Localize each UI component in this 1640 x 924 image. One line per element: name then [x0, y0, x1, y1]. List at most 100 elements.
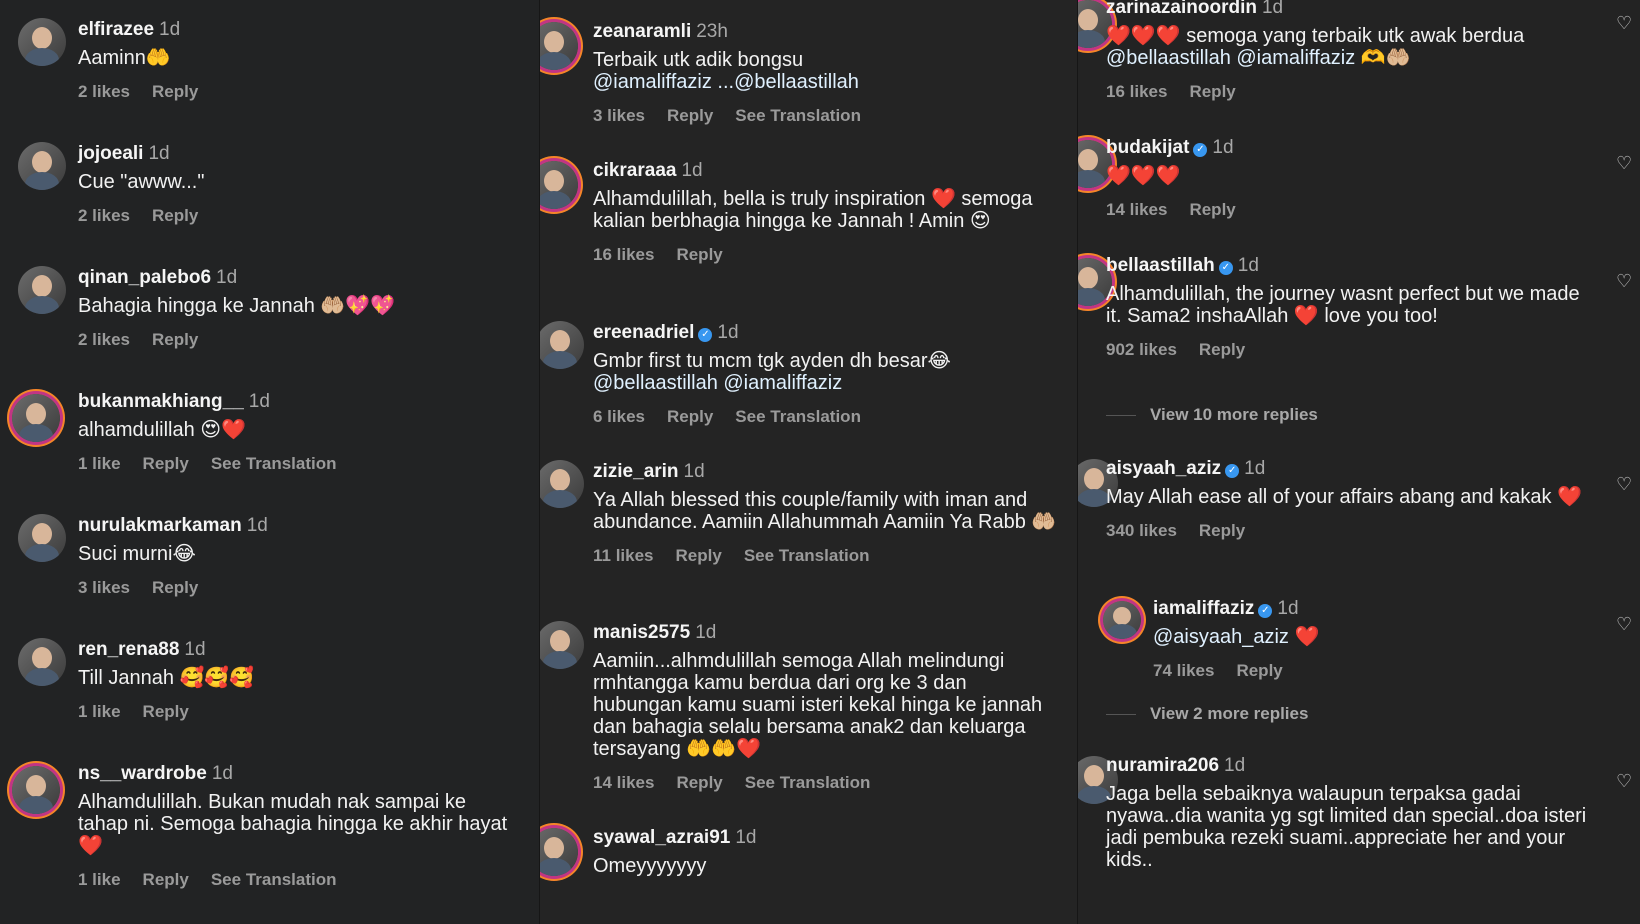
reply-button[interactable]: Reply [152, 578, 198, 597]
reply-button[interactable]: Reply [152, 206, 198, 225]
reply-button[interactable]: Reply [676, 546, 722, 565]
comment-username[interactable]: syawal_azrai91 [593, 827, 730, 848]
comment-username[interactable]: iamaliffaziz [1153, 598, 1254, 619]
likes-count[interactable]: 1 like [78, 454, 121, 473]
comment-username[interactable]: zeanaramli [593, 21, 691, 42]
reply-button[interactable]: Reply [1236, 661, 1282, 680]
heart-outline-icon[interactable]: ♡ [1616, 615, 1634, 633]
avatar[interactable] [540, 22, 578, 70]
avatar[interactable] [540, 460, 584, 508]
comment-text: May Allah ease all of your affairs abang… [1106, 486, 1582, 508]
reply-button[interactable]: Reply [667, 106, 713, 125]
avatar[interactable] [18, 266, 66, 314]
likes-count[interactable]: 2 likes [78, 206, 130, 225]
comment-text: ❤️❤️❤️ semoga yang terbaik utk awak berd… [1106, 25, 1525, 69]
comment-username[interactable]: ren_rena88 [78, 639, 179, 660]
reply-button[interactable]: Reply [1189, 82, 1235, 101]
mention-link[interactable]: @bellaastillah @iamaliffaziz 🫶🤲🏼 [1106, 47, 1411, 69]
reply-button[interactable]: Reply [143, 702, 189, 721]
comment-username[interactable]: nurulakmarkaman [78, 515, 242, 536]
avatar[interactable] [12, 394, 60, 442]
heart-outline-icon[interactable]: ♡ [1616, 272, 1634, 290]
see-translation-button[interactable]: See Translation [735, 407, 861, 426]
avatar[interactable] [540, 161, 578, 209]
avatar[interactable] [18, 142, 66, 190]
avatar[interactable] [1103, 601, 1141, 639]
mention-link[interactable]: @bellaastillah @iamaliffaziz [593, 372, 842, 394]
view-more-replies-button[interactable]: View 2 more replies [1106, 704, 1308, 724]
likes-count[interactable]: 6 likes [593, 407, 645, 426]
comment-text: Omeyyyyyyy [593, 855, 707, 877]
likes-count[interactable]: 16 likes [1106, 82, 1167, 101]
likes-count[interactable]: 11 likes [593, 546, 654, 565]
see-translation-button[interactable]: See Translation [745, 773, 871, 792]
comment-text: Bahagia hingga ke Jannah 🤲🏼💖💖 [78, 295, 396, 317]
comment-text: Gmbr first tu mcm tgk ayden dh besar😂 @be… [593, 350, 951, 394]
likes-count[interactable]: 14 likes [1106, 200, 1167, 219]
likes-count[interactable]: 3 likes [78, 578, 130, 597]
comment-time: 1d [1224, 755, 1246, 776]
avatar[interactable] [540, 828, 578, 876]
reply-button[interactable]: Reply [1199, 521, 1245, 540]
avatar[interactable] [540, 321, 584, 369]
reply-button[interactable]: Reply [143, 454, 189, 473]
likes-count[interactable]: 16 likes [593, 245, 654, 264]
comment-username[interactable]: aisyaah_aziz [1106, 458, 1221, 479]
comment-time: 1d [1244, 458, 1266, 479]
comment-text: alhamdulillah 😍❤️ [78, 419, 247, 441]
likes-count[interactable]: 340 likes [1106, 521, 1177, 540]
avatar[interactable] [18, 638, 66, 686]
likes-count[interactable]: 1 like [78, 702, 121, 721]
likes-count[interactable]: 74 likes [1153, 661, 1214, 680]
comment-time: 1d [216, 267, 238, 288]
see-translation-button[interactable]: See Translation [211, 454, 337, 473]
avatar[interactable] [540, 621, 584, 669]
view-more-replies-button[interactable]: View 10 more replies [1106, 405, 1318, 425]
heart-outline-icon[interactable]: ♡ [1616, 154, 1634, 172]
comment-username[interactable]: nuramira206 [1106, 755, 1219, 776]
comment-username[interactable]: budakijat [1106, 137, 1189, 158]
reply-button[interactable]: Reply [676, 245, 722, 264]
reply-button[interactable]: Reply [152, 82, 198, 101]
mention-link[interactable]: @aisyaah_aziz ❤️ [1153, 626, 1319, 648]
likes-count[interactable]: 14 likes [593, 773, 654, 792]
comment-username[interactable]: zizie_arin [593, 461, 679, 482]
comment-username[interactable]: cikraraaa [593, 160, 676, 181]
avatar[interactable] [12, 766, 60, 814]
comment-text: Aaminn🤲 [78, 47, 171, 69]
comment-text: Cue "awww..." [78, 171, 205, 193]
comment-time: 1d [159, 19, 181, 40]
comment-username[interactable]: ns__wardrobe [78, 763, 207, 784]
reply-button[interactable]: Reply [1189, 200, 1235, 219]
comment-username[interactable]: bukanmakhiang__ [78, 391, 244, 412]
see-translation-button[interactable]: See Translation [744, 546, 870, 565]
comment-username[interactable]: elfirazee [78, 19, 154, 40]
comment-time: 1d [717, 322, 739, 343]
comment-username[interactable]: jojoeali [78, 143, 143, 164]
reply-button[interactable]: Reply [143, 870, 189, 889]
comment-username[interactable]: zarinazainoordin [1106, 0, 1257, 18]
see-translation-button[interactable]: See Translation [735, 106, 861, 125]
comment-username[interactable]: bellaastillah [1106, 255, 1215, 276]
comment-text: Alhamdulillah, the journey wasnt perfect… [1106, 283, 1580, 327]
mention-link[interactable]: @iamaliffaziz ...@bellaastillah [593, 71, 859, 93]
reply-button[interactable]: Reply [676, 773, 722, 792]
likes-count[interactable]: 3 likes [593, 106, 645, 125]
likes-count[interactable]: 902 likes [1106, 340, 1177, 359]
comment-username[interactable]: ereenadriel [593, 322, 694, 343]
heart-outline-icon[interactable]: ♡ [1616, 475, 1634, 493]
reply-button[interactable]: Reply [1199, 340, 1245, 359]
comment-username[interactable]: qinan_palebo6 [78, 267, 211, 288]
likes-count[interactable]: 2 likes [78, 82, 130, 101]
heart-outline-icon[interactable]: ♡ [1616, 14, 1634, 32]
see-translation-button[interactable]: See Translation [211, 870, 337, 889]
avatar[interactable] [18, 18, 66, 66]
reply-button[interactable]: Reply [152, 330, 198, 349]
likes-count[interactable]: 2 likes [78, 330, 130, 349]
comment-username[interactable]: manis2575 [593, 622, 690, 643]
heart-outline-icon[interactable]: ♡ [1616, 772, 1634, 790]
avatar[interactable] [18, 514, 66, 562]
likes-count[interactable]: 1 like [78, 870, 121, 889]
comment-time: 1d [211, 763, 233, 784]
reply-button[interactable]: Reply [667, 407, 713, 426]
